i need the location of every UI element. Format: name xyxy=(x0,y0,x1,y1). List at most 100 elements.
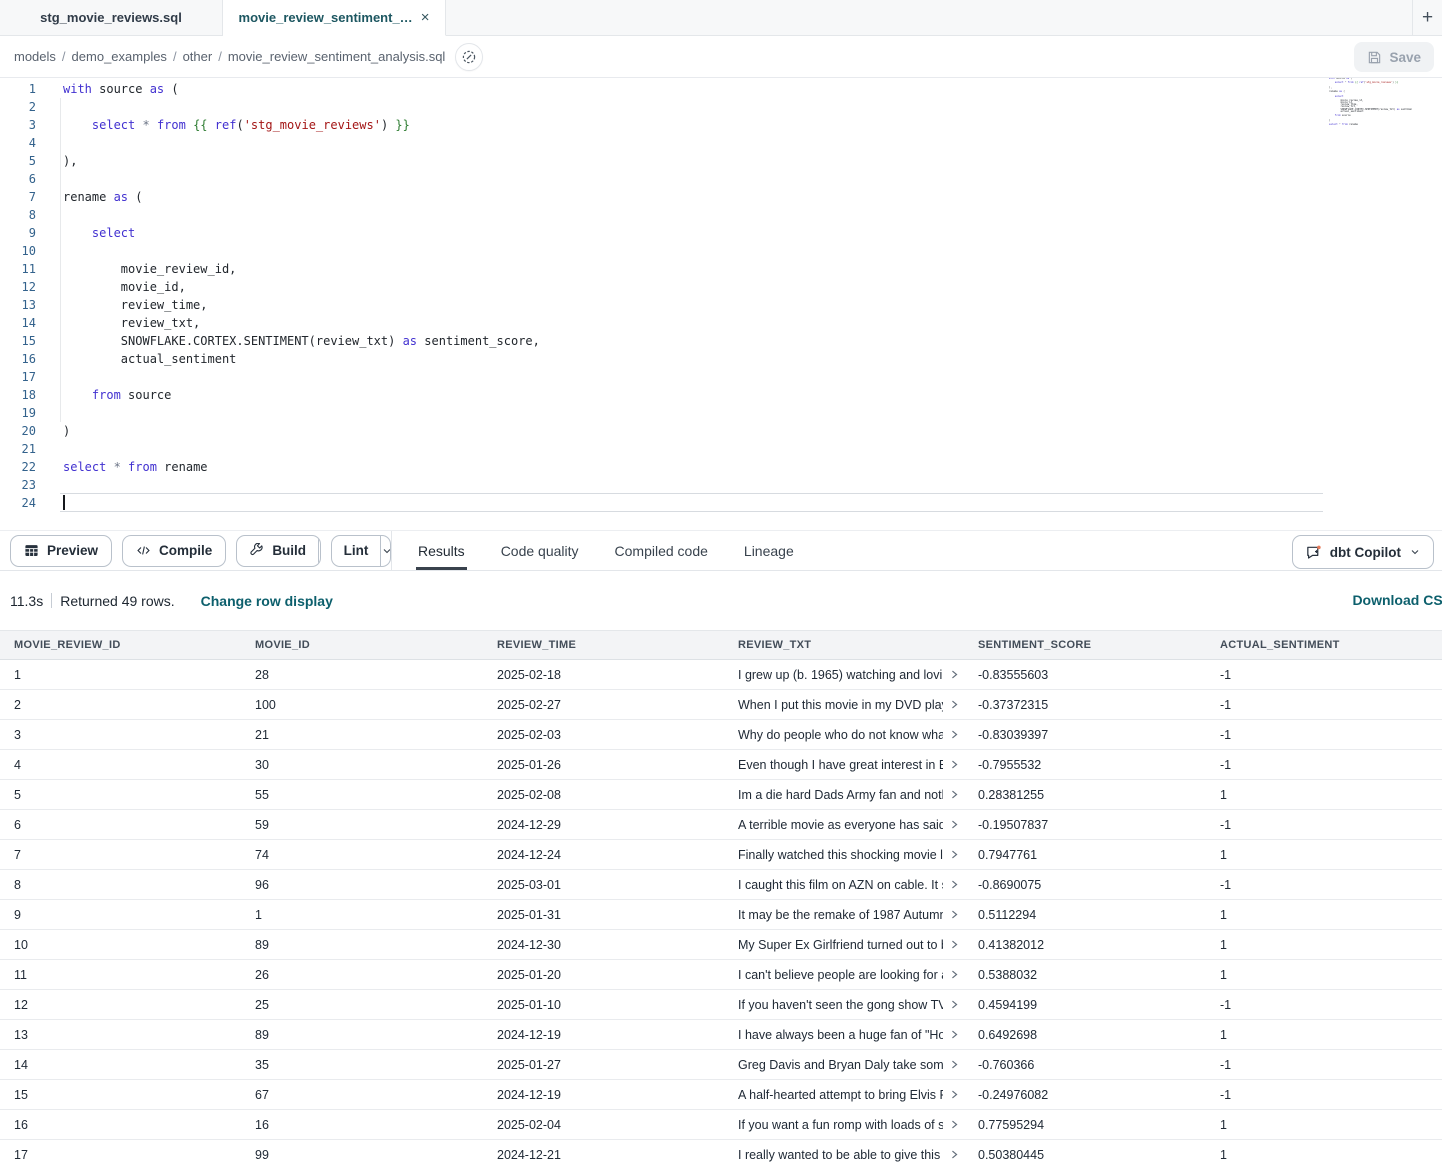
tab-compiled-code[interactable]: Compiled code xyxy=(615,531,708,570)
line-number: 20 xyxy=(0,422,36,440)
expand-cell-icon[interactable] xyxy=(949,759,960,770)
new-tab-button[interactable]: + xyxy=(1412,0,1442,36)
code-line[interactable]: rename as ( xyxy=(60,188,1323,206)
table-cell: 1 xyxy=(1206,938,1442,952)
column-header: MOVIE_ID xyxy=(241,639,483,651)
breadcrumb-segment[interactable]: models xyxy=(14,49,56,64)
expand-cell-icon[interactable] xyxy=(949,789,960,800)
table-row: 6592024-12-29A terrible movie as everyon… xyxy=(0,810,1442,840)
code-line[interactable]: review_txt, xyxy=(60,314,1323,332)
build-button[interactable]: Build xyxy=(237,536,318,566)
breadcrumb-segment[interactable]: movie_review_sentiment_analysis.sql xyxy=(228,49,446,64)
table-row: 5552025-02-08Im a die hard Dads Army fan… xyxy=(0,780,1442,810)
expand-cell-icon[interactable] xyxy=(949,849,960,860)
table-cell: 1 xyxy=(1206,788,1442,802)
code-line[interactable] xyxy=(60,368,1323,386)
review-text: It may be the remake of 1987 Autumn'… xyxy=(738,908,943,922)
change-row-display-link[interactable]: Change row display xyxy=(201,593,333,609)
expand-cell-icon[interactable] xyxy=(949,999,960,1010)
table-cell: 2025-02-04 xyxy=(483,1118,724,1132)
lint-dropdown-button[interactable] xyxy=(380,536,391,566)
download-csv-link[interactable]: Download CSV xyxy=(1352,592,1442,608)
breadcrumb-segment[interactable]: other xyxy=(183,49,213,64)
expand-cell-icon[interactable] xyxy=(949,1059,960,1070)
expand-cell-icon[interactable] xyxy=(949,699,960,710)
code-line[interactable] xyxy=(60,134,1323,152)
expand-cell-icon[interactable] xyxy=(949,1029,960,1040)
build-dropdown-button[interactable] xyxy=(318,536,321,566)
code-line[interactable]: actual_sentiment xyxy=(60,350,1323,368)
code-line[interactable]: SNOWFLAKE.CORTEX.SENTIMENT(review_txt) a… xyxy=(60,332,1323,350)
code-line[interactable] xyxy=(60,242,1323,260)
code-line[interactable] xyxy=(60,170,1323,188)
code-line[interactable]: select * from {{ ref('stg_movie_reviews'… xyxy=(60,116,1323,134)
table-row: 15672024-12-19A half-hearted attempt to … xyxy=(0,1080,1442,1110)
tab-results[interactable]: Results xyxy=(418,531,465,570)
dbt-copilot-button[interactable]: dbt Copilot xyxy=(1292,535,1434,569)
close-icon[interactable]: × xyxy=(421,10,430,25)
breadcrumb-separator: / xyxy=(218,49,222,64)
file-tab-label: movie_review_sentiment_… xyxy=(239,10,413,25)
breadcrumb-separator: / xyxy=(173,49,177,64)
code-line[interactable]: ) xyxy=(60,422,1323,440)
code-line[interactable] xyxy=(60,493,1323,512)
expand-cell-icon[interactable] xyxy=(949,669,960,680)
table-cell: 1 xyxy=(1206,908,1442,922)
code-line[interactable] xyxy=(60,206,1323,224)
editor-code[interactable]: with source as ( select * from {{ ref('s… xyxy=(60,80,1323,512)
file-tab-label: stg_movie_reviews.sql xyxy=(40,10,182,25)
tab-code-quality[interactable]: Code quality xyxy=(501,531,579,570)
ai-edit-button[interactable] xyxy=(455,43,483,71)
minimap[interactable]: with source as ( select * from {{ ref('s… xyxy=(1328,78,1412,136)
table-cell: 0.41382012 xyxy=(964,938,1206,952)
review-text: Im a die hard Dads Army fan and nothi… xyxy=(738,788,943,802)
table-cell: 1 xyxy=(1206,848,1442,862)
review-text: Even though I have great interest in Bi… xyxy=(738,758,943,772)
expand-cell-icon[interactable] xyxy=(949,909,960,920)
expand-cell-icon[interactable] xyxy=(949,819,960,830)
code-editor[interactable]: 123456789101112131415161718192021222324 … xyxy=(0,78,1442,530)
table-cell: 17 xyxy=(0,1148,241,1162)
table-cell: 2 xyxy=(0,698,241,712)
file-tab[interactable]: stg_movie_reviews.sql xyxy=(0,0,223,36)
expand-cell-icon[interactable] xyxy=(949,969,960,980)
table-body: 1282025-02-18I grew up (b. 1965) watchin… xyxy=(0,660,1442,1166)
breadcrumb-segment[interactable]: demo_examples xyxy=(72,49,167,64)
code-line[interactable]: movie_id, xyxy=(60,278,1323,296)
compile-button[interactable]: Compile xyxy=(122,535,226,567)
code-line[interactable]: movie_review_id, xyxy=(60,260,1323,278)
expand-cell-icon[interactable] xyxy=(949,1089,960,1100)
table-cell: When I put this movie in my DVD playe… xyxy=(724,698,964,712)
code-line[interactable] xyxy=(60,476,1323,494)
code-line[interactable] xyxy=(60,98,1323,116)
table-cell: I have always been a huge fan of "Hom… xyxy=(724,1028,964,1042)
code-line[interactable] xyxy=(60,404,1323,422)
column-header: MOVIE_REVIEW_ID xyxy=(0,639,241,651)
save-button[interactable]: Save xyxy=(1354,42,1434,72)
expand-cell-icon[interactable] xyxy=(949,1149,960,1160)
review-text: Why do people who do not know what… xyxy=(738,728,943,742)
table-cell: I caught this film on AZN on cable. It s… xyxy=(724,878,964,892)
table-cell: -1 xyxy=(1206,698,1442,712)
expand-cell-icon[interactable] xyxy=(949,1119,960,1130)
preview-button[interactable]: Preview xyxy=(10,535,112,567)
expand-cell-icon[interactable] xyxy=(949,879,960,890)
code-line[interactable]: review_time, xyxy=(60,296,1323,314)
table-cell: -1 xyxy=(1206,728,1442,742)
table-cell: 10 xyxy=(0,938,241,952)
copilot-button-label: dbt Copilot xyxy=(1330,545,1401,560)
table-cell: -1 xyxy=(1206,758,1442,772)
code-line[interactable]: select xyxy=(60,224,1323,242)
query-duration: 11.3s xyxy=(10,593,43,609)
code-line[interactable] xyxy=(60,440,1323,458)
lint-button[interactable]: Lint xyxy=(332,536,381,566)
expand-cell-icon[interactable] xyxy=(949,939,960,950)
table-cell: 2024-12-29 xyxy=(483,818,724,832)
code-line[interactable]: select * from rename xyxy=(60,458,1323,476)
code-line[interactable]: with source as ( xyxy=(60,80,1323,98)
code-line[interactable]: ), xyxy=(60,152,1323,170)
file-tab[interactable]: movie_review_sentiment_… × xyxy=(223,0,446,36)
expand-cell-icon[interactable] xyxy=(949,729,960,740)
tab-lineage[interactable]: Lineage xyxy=(744,531,794,570)
code-line[interactable]: from source xyxy=(60,386,1323,404)
